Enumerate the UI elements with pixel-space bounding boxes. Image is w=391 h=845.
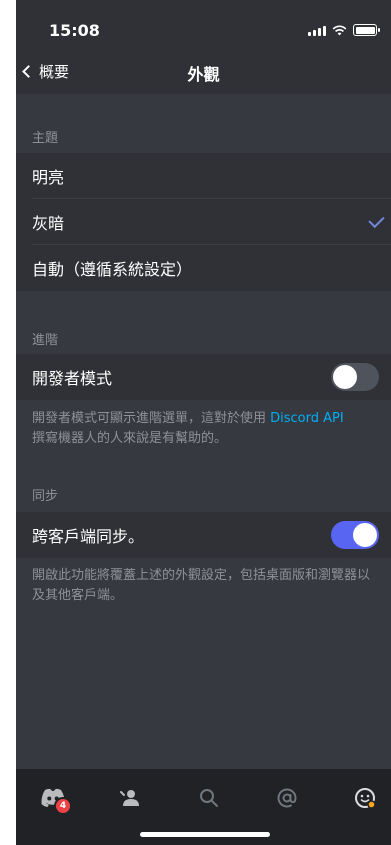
section-header-advanced: 進階 <box>32 333 59 348</box>
tab-mentions[interactable] <box>272 783 302 813</box>
theme-option-label: 灰暗 <box>32 214 65 233</box>
theme-option-label: 自動（遵循系統設定） <box>32 260 193 279</box>
theme-option-dark[interactable]: 灰暗 <box>16 199 391 245</box>
home-indicator <box>140 832 270 837</box>
profile-avatar-icon <box>355 788 376 809</box>
theme-option-light[interactable]: 明亮 <box>16 153 391 199</box>
battery-icon <box>353 24 380 36</box>
theme-option-auto[interactable]: 自動（遵循系統設定） <box>16 245 391 291</box>
tab-search[interactable] <box>194 783 224 813</box>
page-title: 外觀 <box>187 65 220 84</box>
status-icons <box>308 24 380 36</box>
sync-description: 開啟此功能將覆蓋上述的外觀設定，包括桌面版和瀏覽器以及其他客戶端。 <box>32 568 371 603</box>
discord-api-link[interactable]: Discord API <box>270 411 344 426</box>
friends-wave-icon <box>120 790 139 806</box>
phone-screen: 15:08 概要 外觀 主題 明亮 灰暗 自動（遵循系統設定） 進階 開發者模式… <box>16 0 391 845</box>
theme-option-label: 明亮 <box>32 168 65 187</box>
developer-mode-description-rest: 撰寫機器人的人來說是有幫助的。 <box>32 431 228 446</box>
developer-mode-description-text: 開發者模式可顯示進階選單，這對於使用 <box>32 411 271 426</box>
toggle-knob <box>333 365 357 389</box>
checkmark-icon <box>368 211 385 229</box>
wifi-icon <box>332 25 347 35</box>
cross-client-sync-toggle[interactable] <box>331 521 379 549</box>
cross-client-sync-label: 跨客戶端同步。 <box>32 527 145 546</box>
toggle-knob <box>353 523 377 547</box>
at-mention-icon <box>277 788 297 808</box>
tab-home[interactable]: 4 <box>38 783 72 815</box>
search-icon <box>200 789 218 807</box>
nav-bar: 概要 外觀 <box>16 46 391 94</box>
cellular-signal-icon <box>308 25 326 36</box>
developer-mode-toggle[interactable] <box>331 363 379 391</box>
section-header-theme: 主題 <box>32 131 59 146</box>
tab-profile[interactable] <box>350 783 380 813</box>
status-bar: 15:08 <box>16 0 391 46</box>
developer-mode-label: 開發者模式 <box>32 369 113 388</box>
notification-badge: 4 <box>54 797 72 815</box>
developer-mode-description: 開發者模式可顯示進階選單，這對於使用 Discord API 撰寫機器人的人來說… <box>32 409 381 449</box>
section-header-sync: 同步 <box>32 489 59 504</box>
tab-bar: 4 <box>16 769 391 845</box>
tab-friends[interactable] <box>116 783 146 813</box>
status-time: 15:08 <box>49 21 100 40</box>
developer-mode-row: 開發者模式 <box>16 354 391 400</box>
cross-client-sync-row: 跨客戶端同步。 <box>16 512 391 558</box>
